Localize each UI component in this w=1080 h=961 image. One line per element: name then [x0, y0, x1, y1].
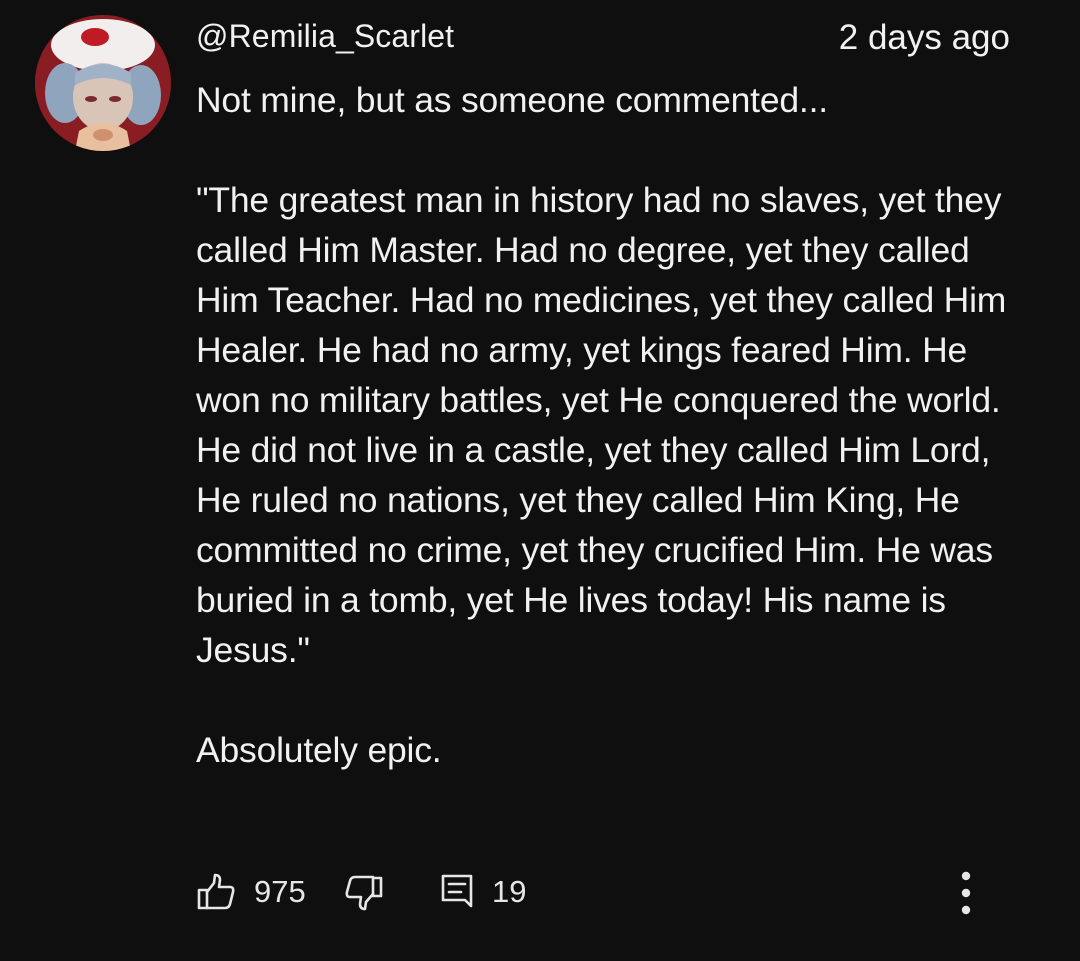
avatar-image	[35, 15, 171, 151]
thumbs-down-icon	[344, 872, 384, 912]
more-options-button[interactable]	[954, 866, 978, 922]
avatar[interactable]	[35, 15, 171, 151]
comment-header: @Remilia_Scarlet 2 days ago	[196, 16, 1012, 60]
reply-button[interactable]	[439, 866, 475, 918]
comment: @Remilia_Scarlet 2 days ago Not mine, bu…	[0, 0, 1080, 961]
timestamp: 2 days ago	[838, 18, 1010, 57]
like-count: 975	[254, 874, 306, 909]
comment-paragraph: Absolutely epic.	[196, 730, 442, 770]
comment-icon	[439, 872, 475, 912]
thumbs-up-icon	[196, 872, 236, 912]
like-button[interactable]	[196, 866, 236, 918]
comment-actions: 975 19	[196, 866, 986, 922]
reply-count: 19	[492, 874, 527, 909]
author-name[interactable]: @Remilia_Scarlet	[196, 18, 454, 55]
more-vertical-icon	[954, 866, 978, 922]
comment-text: Not mine, but as someone commented... "T…	[196, 75, 1026, 775]
dislike-button[interactable]	[344, 866, 384, 918]
comment-paragraph: "The greatest man in history had no slav…	[196, 180, 1007, 670]
comment-paragraph: Not mine, but as someone commented...	[196, 80, 828, 120]
